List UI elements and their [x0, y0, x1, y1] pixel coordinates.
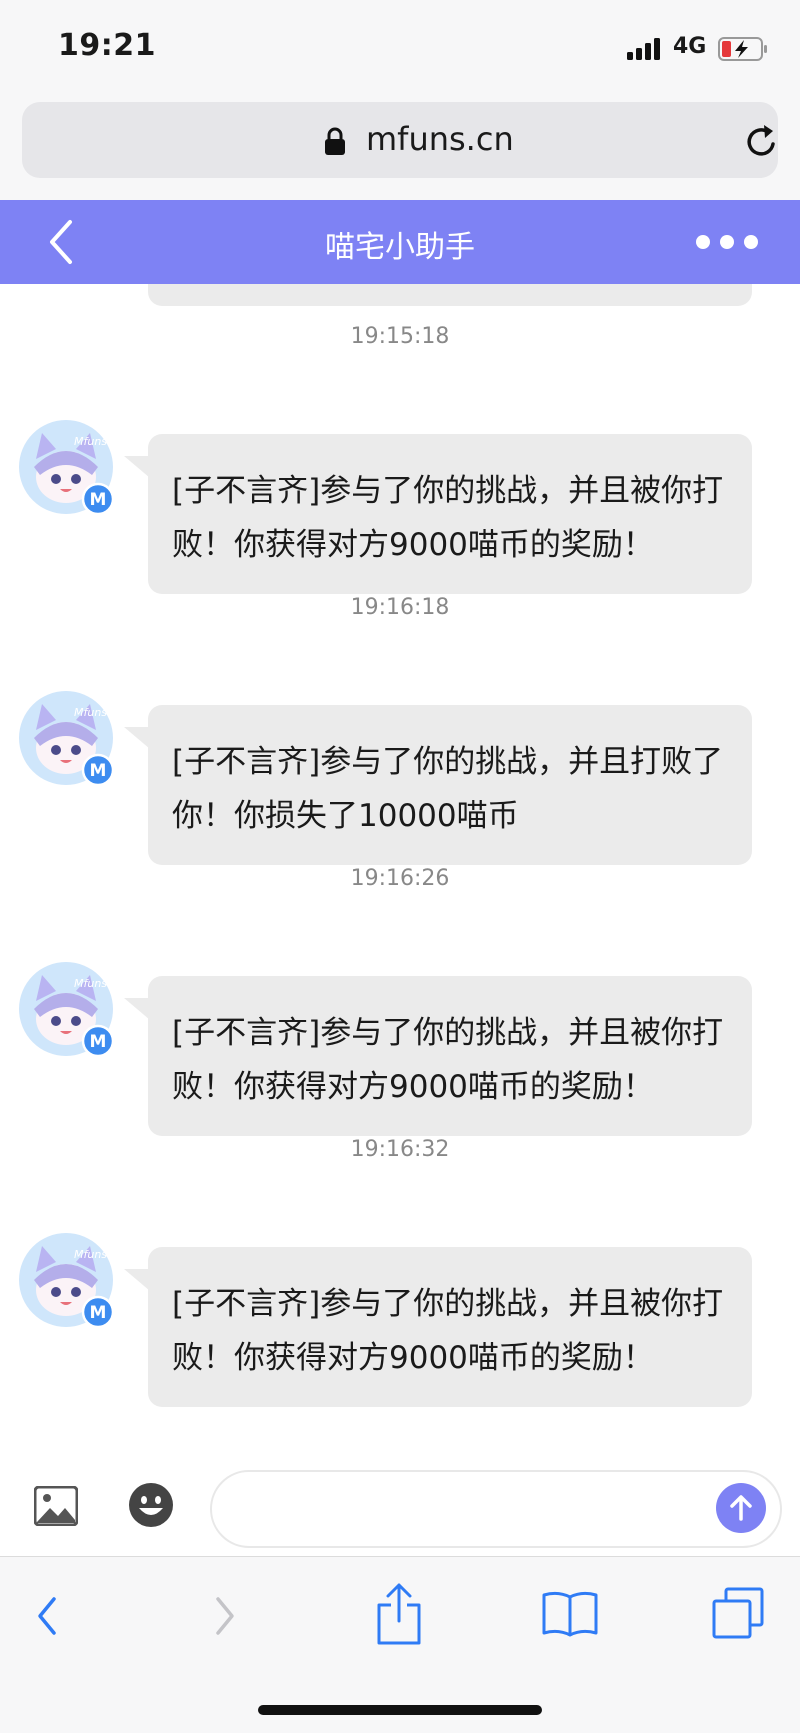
message-timestamp: 19:15:18: [350, 324, 450, 349]
image-icon[interactable]: [34, 1486, 78, 1526]
send-button[interactable]: [716, 1483, 766, 1533]
svg-text:M: M: [90, 490, 107, 510]
browser-url-area: mfuns.cn: [0, 96, 800, 200]
tabs-icon[interactable]: [710, 1585, 766, 1641]
message-timestamp: 19:16:26: [350, 866, 450, 891]
emoji-icon[interactable]: [128, 1482, 174, 1528]
battery-charging-icon: [718, 37, 767, 61]
bot-avatar[interactable]: Mfuns M: [18, 690, 114, 786]
send-arrow-icon: [730, 1495, 752, 1521]
network-label: 4G: [673, 34, 707, 59]
message-text: [子不言齐]参与了你的挑战，并且被你打败！你获得对方9000喵币的奖励！: [172, 473, 724, 563]
svg-text:Mfuns: Mfuns: [74, 435, 107, 448]
svg-text:M: M: [90, 1032, 107, 1052]
message-bubble[interactable]: [子不言齐]参与了你的挑战，并且被你打败！你获得对方9000喵币的奖励！: [124, 976, 752, 1136]
message-text: [子不言齐]参与了你的挑战，并且打败了你！你损失了10000喵币: [172, 744, 724, 834]
browser-toolbar: [0, 1556, 800, 1733]
message-bubble[interactable]: [子不言齐]参与了你的挑战，并且打败了你！你损失了10000喵币: [124, 705, 752, 865]
status-bar: 19:21 4G: [0, 0, 800, 96]
status-time: 19:21: [58, 28, 156, 63]
reload-icon[interactable]: [742, 122, 782, 162]
message-timestamp: 19:16:32: [350, 1137, 450, 1162]
svg-text:Mfuns: Mfuns: [74, 977, 107, 990]
page-title: 喵宅小助手: [325, 230, 475, 265]
bot-avatar[interactable]: Mfuns M: [18, 419, 114, 515]
message-timestamp: 19:16:18: [350, 595, 450, 620]
home-indicator[interactable]: [258, 1705, 542, 1715]
lock-icon: [325, 127, 345, 155]
forward-icon: [216, 1597, 234, 1635]
previous-message-bubble: [148, 284, 752, 306]
app-header: 喵宅小助手: [0, 200, 800, 284]
message-text: [子不言齐]参与了你的挑战，并且被你打败！你获得对方9000喵币的奖励！: [172, 1286, 724, 1376]
message-input[interactable]: [210, 1470, 782, 1548]
bot-avatar[interactable]: Mfuns M: [18, 1232, 114, 1328]
url-text: mfuns.cn: [366, 120, 514, 158]
message-bubble[interactable]: [子不言齐]参与了你的挑战，并且被你打败！你获得对方9000喵币的奖励！: [124, 434, 752, 594]
message-text: [子不言齐]参与了你的挑战，并且被你打败！你获得对方9000喵币的奖励！: [172, 1015, 724, 1105]
message-input-bar: [0, 1460, 800, 1556]
more-dots-icon[interactable]: [696, 232, 758, 252]
svg-text:Mfuns: Mfuns: [74, 1248, 107, 1261]
svg-text:Mfuns: Mfuns: [74, 706, 107, 719]
bookmarks-icon[interactable]: [540, 1589, 600, 1639]
bot-avatar[interactable]: Mfuns M: [18, 961, 114, 1057]
signal-icon: [627, 38, 665, 60]
message-bubble[interactable]: [子不言齐]参与了你的挑战，并且被你打败！你获得对方9000喵币的奖励！: [124, 1247, 752, 1407]
svg-text:M: M: [90, 1303, 107, 1323]
share-icon[interactable]: [375, 1581, 423, 1647]
svg-text:M: M: [90, 761, 107, 781]
chat-area[interactable]: 19:15:18 Mfuns M [子不言齐]参与了你的挑战，并且被你打败！你获…: [0, 284, 800, 1460]
address-bar[interactable]: mfuns.cn: [22, 102, 778, 178]
back-icon[interactable]: [30, 1591, 64, 1641]
